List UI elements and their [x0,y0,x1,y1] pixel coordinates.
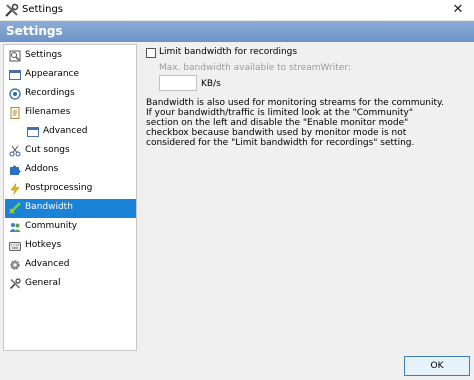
sidebar-item-recordings[interactable]: Recordings [5,85,136,104]
filenames-icon [10,107,20,119]
gear-icon [10,260,20,270]
close-button[interactable]: ✕ [442,0,474,21]
ok-button[interactable]: OK [404,356,470,376]
tools-icon [5,3,19,17]
sidebar-item-label: Settings [25,50,62,60]
sidebar-item-general[interactable]: General [5,275,136,294]
puzzle-icon [10,165,21,175]
keyboard-icon [9,242,21,251]
sidebar-item-postprocessing[interactable]: Postprocessing [5,180,136,199]
sidebar-item-label: Community [25,221,78,231]
bandwidth-unit-label: KB/s [201,79,221,89]
sidebar-item-label: General [25,278,61,288]
window-title: Settings [22,4,64,15]
sidebar-item-appearance[interactable]: Appearance [5,66,136,85]
sidebar-item-label: Advanced [43,126,88,136]
sidebar-item-addons[interactable]: Addons [5,161,136,180]
sidebar-item-settings[interactable]: Settings [5,47,136,66]
sidebar-item-cut-songs[interactable]: Cut songs [5,142,136,161]
page-title: Settings [6,24,63,38]
limit-bandwidth-label[interactable]: Limit bandwidth for recordings [159,47,297,57]
sidebar-item-label: Addons [25,164,59,174]
settings-header: Settings [0,21,474,42]
sidebar-item-label: Advanced [25,259,70,269]
sidebar-item-label: Recordings [25,88,75,98]
max-bandwidth-caption: Max. bandwidth available to streamWriter… [159,63,351,73]
sidebar-item-label: Hotkeys [25,240,62,250]
max-bandwidth-input[interactable] [159,75,197,91]
bandwidth-settings-panel: Limit bandwidth for recordings Max. band… [141,44,471,351]
settings-icon [9,50,21,62]
title-bar: Settings ✕ [0,0,474,21]
lightning-icon [10,183,20,195]
bandwidth-info-text: Bandwidth is also used for monitoring st… [146,98,444,148]
sidebar-item-filenames-advanced[interactable]: Advanced [5,123,136,142]
sidebar-item-label: Appearance [25,69,80,79]
sidebar-item-label: Postprocessing [25,183,93,193]
recordings-icon [9,88,21,100]
advanced-icon [27,127,39,137]
settings-sidebar: Settings Appearance Recordings Filenames… [3,44,137,351]
sidebar-item-community[interactable]: Community [5,218,136,237]
sidebar-item-label: Cut songs [25,145,70,155]
tools-icon [9,278,21,290]
sidebar-item-label: Filenames [25,107,71,117]
sidebar-item-advanced[interactable]: Advanced [5,256,136,275]
appearance-icon [9,70,21,80]
dialog-footer: OK [0,356,474,380]
sidebar-item-bandwidth[interactable]: Bandwidth [5,199,136,218]
scissors-icon [9,145,21,157]
limit-bandwidth-checkbox[interactable] [146,48,156,58]
bandwidth-icon [9,202,21,214]
sidebar-item-label: Bandwidth [25,202,73,212]
community-icon [9,223,21,232]
sidebar-item-hotkeys[interactable]: Hotkeys [5,237,136,256]
sidebar-item-filenames[interactable]: Filenames [5,104,136,123]
